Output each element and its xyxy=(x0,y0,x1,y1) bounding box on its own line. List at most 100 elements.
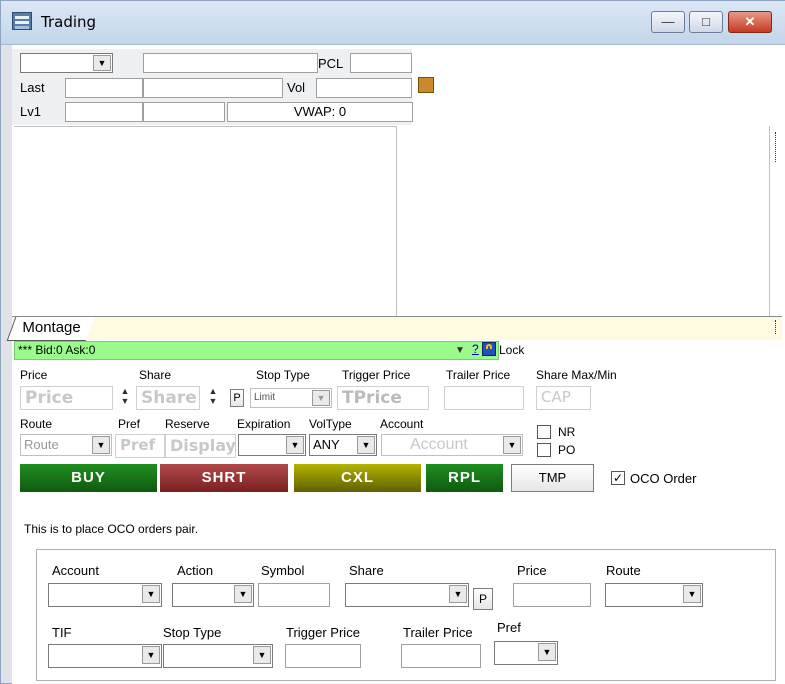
chevron-down-icon[interactable]: ▼ xyxy=(357,436,375,454)
buy-button[interactable]: BUY xyxy=(20,464,157,492)
share-placeholder: Share xyxy=(141,388,197,408)
route-select[interactable]: Route ▼ xyxy=(20,434,112,456)
chevron-down-icon[interactable]: ▼ xyxy=(142,585,160,603)
cap-input[interactable]: CAP xyxy=(536,386,591,410)
reserve-input[interactable]: Display xyxy=(165,434,236,458)
price-label: Price xyxy=(20,368,48,382)
close-button[interactable]: ✕ xyxy=(728,11,772,33)
last-label: Last xyxy=(20,80,45,95)
lv1-label: Lv1 xyxy=(20,104,41,119)
trailer-price-label: Trailer Price xyxy=(446,368,511,382)
dropdown-arrow-icon[interactable]: ▼ xyxy=(455,345,465,356)
oco-action-select[interactable]: ▼ xyxy=(172,583,254,607)
trigger-price-input[interactable]: TPrice xyxy=(337,386,429,410)
oco-tif-select[interactable]: ▼ xyxy=(48,644,162,668)
last-change-field xyxy=(143,78,283,98)
price-spinner-icon[interactable]: ▲ ▼ xyxy=(115,386,135,408)
voltype-select[interactable]: ANY ▼ xyxy=(309,434,377,456)
oco-symbol-label: Symbol xyxy=(261,563,305,578)
oco-account-label: Account xyxy=(52,563,99,578)
help-link[interactable]: ? xyxy=(472,342,479,356)
maximize-button[interactable]: □ xyxy=(689,11,723,33)
oco-trigger-price-label: Trigger Price xyxy=(286,625,360,640)
lv1-ask-field xyxy=(143,102,225,122)
chevron-down-icon[interactable]: ▼ xyxy=(449,585,467,603)
nr-checkbox[interactable] xyxy=(537,425,551,439)
oco-pref-select[interactable]: ▼ xyxy=(494,641,558,665)
bid-book-pane[interactable] xyxy=(14,126,397,316)
price-input[interactable]: Price xyxy=(20,386,113,410)
chevron-down-icon[interactable]: ▼ xyxy=(312,390,330,406)
trailer-price-input[interactable] xyxy=(444,386,524,410)
share-maxmin-label: Share Max/Min xyxy=(536,368,617,382)
vwap-field: VWAP: 0 xyxy=(227,102,413,122)
share-input[interactable]: Share xyxy=(136,386,200,410)
tab-montage[interactable]: Montage xyxy=(6,317,95,341)
chevron-down-icon[interactable]: ▼ xyxy=(683,585,701,603)
cap-placeholder: CAP xyxy=(541,388,571,406)
tab-scroll-icon[interactable] xyxy=(775,320,777,334)
account-select[interactable]: Account ▼ xyxy=(381,434,523,456)
pcl-label: PCL xyxy=(318,56,344,71)
account-placeholder: Account xyxy=(410,436,468,453)
tprice-placeholder: TPrice xyxy=(342,388,402,408)
oco-account-select[interactable]: ▼ xyxy=(48,583,162,607)
stop-type-select[interactable]: Limit ▼ xyxy=(250,388,332,408)
chevron-down-icon[interactable]: ▼ xyxy=(92,436,110,454)
ask-book-pane[interactable] xyxy=(396,126,770,316)
oco-p-button[interactable]: P xyxy=(473,588,493,610)
chevron-down-icon[interactable]: ▼ xyxy=(503,436,521,454)
p-button[interactable]: P xyxy=(230,389,244,407)
po-label: PO xyxy=(558,443,576,457)
oco-symbol-input[interactable] xyxy=(258,583,330,607)
window-title: Trading xyxy=(41,13,97,31)
price-placeholder: Price xyxy=(25,388,74,408)
title-bar[interactable]: Trading — □ ✕ xyxy=(1,1,785,45)
oco-share-label: Share xyxy=(349,563,384,578)
minimize-button[interactable]: — xyxy=(651,11,685,33)
oco-trigger-price-input[interactable] xyxy=(285,644,361,668)
oco-stop-type-select[interactable]: ▼ xyxy=(163,644,273,668)
oco-checkbox[interactable]: ✓ xyxy=(611,471,625,485)
rpl-button[interactable]: RPL xyxy=(426,464,503,492)
oco-trailer-price-input[interactable] xyxy=(401,644,481,668)
cxl-button[interactable]: CXL xyxy=(294,464,421,492)
oco-description: This is to place OCO orders pair. xyxy=(24,522,199,536)
tmp-button[interactable]: TMP xyxy=(511,464,594,492)
symbol-name-field xyxy=(143,53,318,73)
quote-bar: *** Bid:0 Ask:0 xyxy=(14,341,499,360)
expiration-select[interactable]: ▼ xyxy=(238,434,306,456)
symbol-combo[interactable]: ▼ xyxy=(20,53,113,73)
lock-icon[interactable] xyxy=(482,342,496,356)
pref-input[interactable]: Pref xyxy=(115,434,165,458)
route-value: Route xyxy=(24,437,59,452)
vol-field xyxy=(316,78,412,98)
app-icon xyxy=(12,12,32,30)
tab-strip: Montage xyxy=(6,316,782,341)
chevron-down-icon[interactable]: ▼ xyxy=(286,436,304,454)
trigger-price-label: Trigger Price xyxy=(342,368,411,382)
oco-share-select[interactable]: ▼ xyxy=(345,583,469,607)
oco-price-input[interactable] xyxy=(513,583,591,607)
voltype-value: ANY xyxy=(313,437,340,452)
oco-tif-label: TIF xyxy=(52,625,72,640)
alert-icon[interactable] xyxy=(418,77,434,93)
stop-type-label: Stop Type xyxy=(256,368,310,382)
scroll-handle-icon[interactable] xyxy=(775,132,777,162)
share-spinner-icon[interactable]: ▲ ▼ xyxy=(203,386,223,408)
po-checkbox[interactable] xyxy=(537,443,551,457)
oco-route-select[interactable]: ▼ xyxy=(605,583,703,607)
chevron-down-icon[interactable]: ▼ xyxy=(142,646,160,664)
vol-label: Vol xyxy=(287,80,306,95)
route-label: Route xyxy=(20,417,53,431)
shrt-button[interactable]: SHRT xyxy=(160,464,288,492)
lv1-bid-field xyxy=(65,102,143,122)
chevron-down-icon[interactable]: ▼ xyxy=(93,55,111,71)
chevron-down-icon[interactable]: ▼ xyxy=(234,585,252,603)
oco-trailer-price-label: Trailer Price xyxy=(403,625,473,640)
chevron-down-icon[interactable]: ▼ xyxy=(538,643,556,661)
pref-label: Pref xyxy=(118,417,141,431)
chevron-down-icon[interactable]: ▼ xyxy=(253,646,271,664)
lock-label: Lock xyxy=(499,343,525,357)
pref-placeholder: Pref xyxy=(120,436,156,454)
